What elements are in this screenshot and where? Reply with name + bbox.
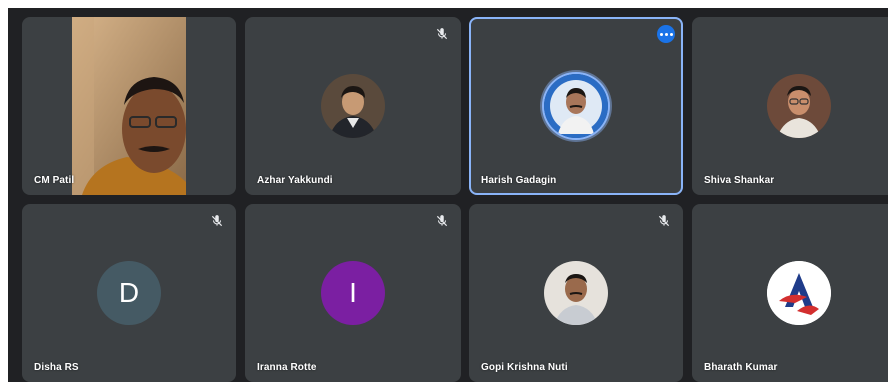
participant-tile-azhar-yakkundi[interactable]: Azhar Yakkundi [245,17,461,195]
participant-name: Disha RS [34,362,79,373]
participant-photo [767,74,831,138]
participant-initial-avatar: D [97,261,161,325]
participant-name: Bharath Kumar [704,362,778,373]
participant-tile-disha-rs[interactable]: D Disha RS [22,204,236,382]
participant-tile-gopi-krishna-nuti[interactable]: Gopi Krishna Nuti [469,204,683,382]
participant-name: Azhar Yakkundi [257,175,333,186]
mic-off-icon [658,215,670,227]
participant-tile-harish-gadagin[interactable]: Harish Gadagin [469,17,683,195]
participant-name: Iranna Rotte [257,362,317,373]
participant-photo [544,74,608,138]
more-options-icon[interactable] [657,25,675,43]
participant-name: CM Patil [34,175,75,186]
participant-tile-bharath-kumar[interactable]: Bharath Kumar [692,204,888,382]
participant-name: Harish Gadagin [481,175,557,186]
participant-name: Gopi Krishna Nuti [481,362,568,373]
mic-off-icon [211,215,223,227]
participant-photo [321,74,385,138]
participant-logo-avatar [767,261,831,325]
video-feed-image [72,17,186,195]
mic-off-icon [436,215,448,227]
participant-tile-shiva-shankar[interactable]: Shiva Shankar [692,17,888,195]
participant-photo [544,261,608,325]
participant-tile-cm-patil[interactable]: CM Patil [22,17,236,195]
participant-initial-avatar: I [321,261,385,325]
logo-icon [767,261,831,325]
meeting-grid: CM Patil Azhar Yakkundi Harish Gadagin S… [8,8,888,382]
participant-name: Shiva Shankar [704,175,775,186]
participant-tile-iranna-rotte[interactable]: I Iranna Rotte [245,204,461,382]
mic-off-icon [436,28,448,40]
participant-video [72,17,186,195]
